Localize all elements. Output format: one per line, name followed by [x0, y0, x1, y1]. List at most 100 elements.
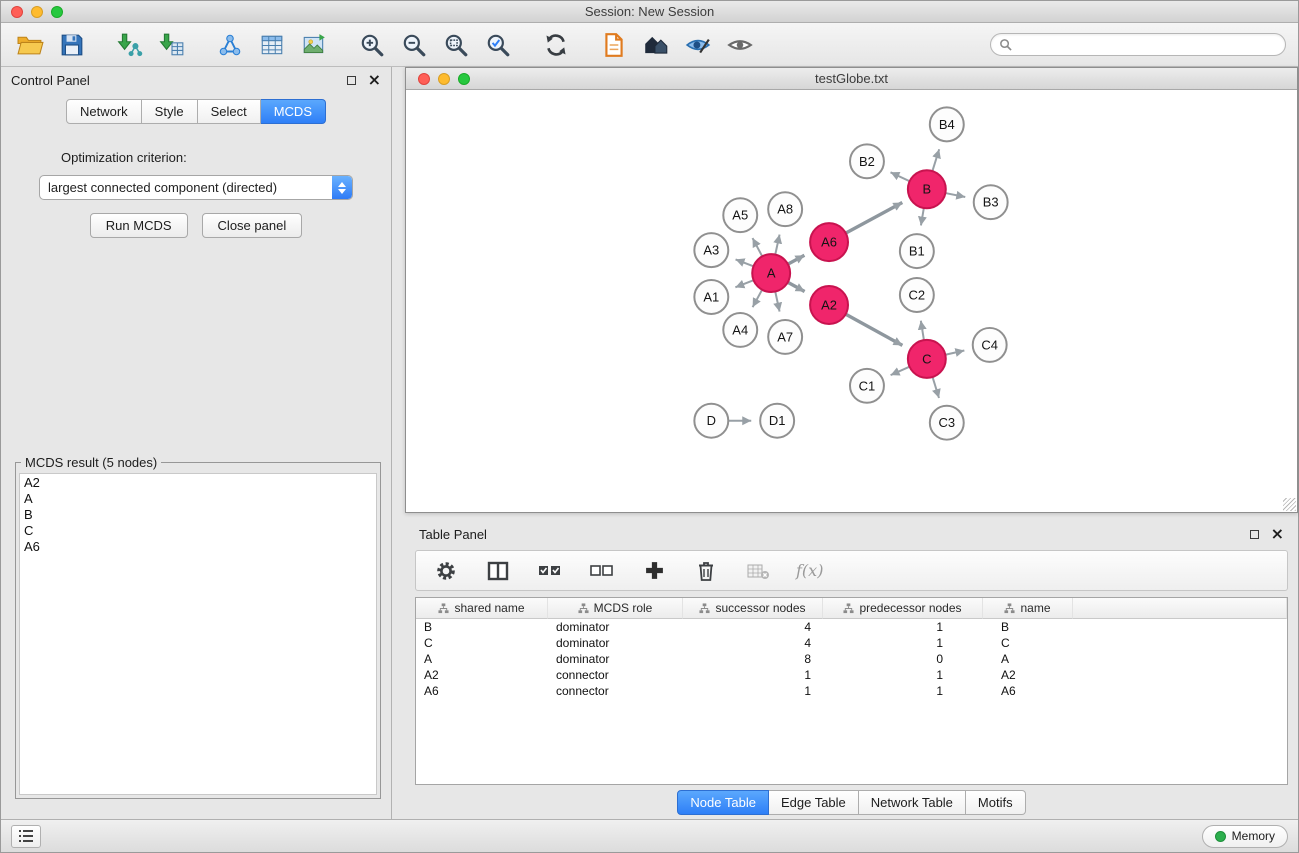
edge-A-A6[interactable] [788, 255, 804, 264]
float-panel-icon[interactable] [347, 76, 356, 85]
table-row[interactable]: A2 connector 1 1 A2 [416, 667, 1287, 683]
graph-node-A[interactable]: A [752, 254, 790, 292]
zoom-fit-button[interactable] [439, 28, 473, 62]
graph-node-A3[interactable]: A3 [694, 233, 728, 267]
delete-table-button[interactable] [744, 557, 772, 585]
save-session-button[interactable] [55, 28, 89, 62]
edge-C-C3[interactable] [933, 377, 939, 398]
close-table-panel-icon[interactable]: × [1271, 526, 1284, 542]
graph-node-A6[interactable]: A6 [810, 223, 848, 261]
edge-A-A3[interactable] [736, 259, 754, 266]
select-all-button[interactable] [536, 557, 564, 585]
zoom-in-button[interactable] [355, 28, 389, 62]
create-column-button[interactable] [640, 557, 668, 585]
edge-A-A8[interactable] [775, 235, 779, 255]
search-box[interactable] [990, 33, 1286, 56]
edge-A-A4[interactable] [753, 290, 762, 307]
memory-button[interactable]: Memory [1202, 825, 1288, 848]
graph-node-D[interactable]: D [694, 404, 728, 438]
close-panel-icon[interactable]: × [368, 72, 381, 88]
new-table-button[interactable] [255, 28, 289, 62]
mcds-result-list[interactable]: A2 A B C A6 [19, 473, 377, 795]
tab-style[interactable]: Style [142, 99, 198, 124]
graph-node-B3[interactable]: B3 [974, 185, 1008, 219]
edge-C-C2[interactable] [921, 321, 924, 340]
tab-mcds[interactable]: MCDS [261, 99, 326, 124]
result-item[interactable]: C [20, 523, 376, 539]
delete-column-button[interactable] [692, 557, 720, 585]
result-item[interactable]: B [20, 507, 376, 523]
network-graph[interactable]: B4B2BB3A5A8A6A3B1AC2A1A2A4A7C4CC1DD1C3 [406, 90, 1297, 512]
graph-node-A2[interactable]: A2 [810, 286, 848, 324]
tab-network-table[interactable]: Network Table [859, 790, 966, 815]
network-canvas[interactable]: B4B2BB3A5A8A6A3B1AC2A1A2A4A7C4CC1DD1C3 [406, 90, 1297, 512]
graphics-details-button[interactable] [681, 28, 715, 62]
birds-eye-view-button[interactable] [723, 28, 757, 62]
function-builder-button[interactable]: f(x) [796, 561, 823, 580]
minimize-window-button[interactable] [31, 6, 43, 18]
column-header-successor-nodes[interactable]: successor nodes [683, 598, 823, 619]
edge-A2-C[interactable] [846, 314, 903, 345]
graph-node-C2[interactable]: C2 [900, 278, 934, 312]
import-network-button[interactable] [113, 28, 147, 62]
close-window-button[interactable] [11, 6, 23, 18]
run-mcds-button[interactable]: Run MCDS [90, 213, 188, 238]
result-item[interactable]: A6 [20, 539, 376, 555]
edge-A-A7[interactable] [775, 292, 779, 312]
table-row[interactable]: C dominator 4 1 C [416, 635, 1287, 651]
table-row[interactable]: A6 connector 1 1 A6 [416, 683, 1287, 699]
import-table-button[interactable] [155, 28, 189, 62]
edge-B-B1[interactable] [921, 208, 924, 225]
table-settings-button[interactable] [432, 557, 460, 585]
graph-node-C4[interactable]: C4 [973, 328, 1007, 362]
column-header-shared-name[interactable]: shared name [416, 598, 548, 619]
export-image-button[interactable] [297, 28, 331, 62]
tab-edge-table[interactable]: Edge Table [769, 790, 859, 815]
open-session-button[interactable] [13, 28, 47, 62]
graph-node-C1[interactable]: C1 [850, 369, 884, 403]
home-button[interactable] [639, 28, 673, 62]
graph-node-B2[interactable]: B2 [850, 144, 884, 178]
column-header-predecessor-nodes[interactable]: predecessor nodes [823, 598, 983, 619]
edge-C-C1[interactable] [891, 367, 910, 375]
zoom-window-button[interactable] [51, 6, 63, 18]
graph-node-A8[interactable]: A8 [768, 192, 802, 226]
tab-node-table[interactable]: Node Table [677, 790, 769, 815]
result-item[interactable]: A2 [20, 475, 376, 491]
edge-A-A2[interactable] [788, 282, 805, 291]
unselect-all-button[interactable] [588, 557, 616, 585]
graph-node-C[interactable]: C [908, 340, 946, 378]
zoom-selected-button[interactable] [481, 28, 515, 62]
graph-node-C3[interactable]: C3 [930, 406, 964, 440]
close-panel-button[interactable]: Close panel [202, 213, 303, 238]
result-item[interactable]: A [20, 491, 376, 507]
edge-A-A5[interactable] [753, 238, 763, 256]
session-report-button[interactable] [597, 28, 631, 62]
edge-B-B4[interactable] [932, 149, 939, 171]
tab-select[interactable]: Select [198, 99, 261, 124]
zoom-out-button[interactable] [397, 28, 431, 62]
optimization-criterion-select[interactable]: largest connected component (directed) [39, 175, 353, 200]
float-table-panel-icon[interactable] [1250, 530, 1259, 539]
column-header-name[interactable]: name [983, 598, 1073, 619]
refresh-button[interactable] [539, 28, 573, 62]
column-header-mcds-role[interactable]: MCDS role [548, 598, 683, 619]
zoom-network-window-button[interactable] [458, 73, 470, 85]
edge-B-B3[interactable] [945, 193, 965, 197]
table-row[interactable]: B dominator 4 1 B [416, 619, 1287, 635]
resize-handle[interactable] [1283, 498, 1296, 511]
graph-node-A1[interactable]: A1 [694, 280, 728, 314]
graph-node-A4[interactable]: A4 [723, 313, 757, 347]
edge-A6-B[interactable] [846, 203, 903, 234]
task-history-button[interactable] [11, 825, 41, 848]
edge-A-A1[interactable] [735, 280, 753, 287]
graph-node-A7[interactable]: A7 [768, 320, 802, 354]
edge-B-B2[interactable] [891, 172, 910, 181]
minimize-network-window-button[interactable] [438, 73, 450, 85]
graph-node-B4[interactable]: B4 [930, 107, 964, 141]
graph-node-A5[interactable]: A5 [723, 198, 757, 232]
close-network-window-button[interactable] [418, 73, 430, 85]
graph-node-B1[interactable]: B1 [900, 234, 934, 268]
table-row[interactable]: A dominator 8 0 A [416, 651, 1287, 667]
edge-C-C4[interactable] [945, 350, 964, 354]
